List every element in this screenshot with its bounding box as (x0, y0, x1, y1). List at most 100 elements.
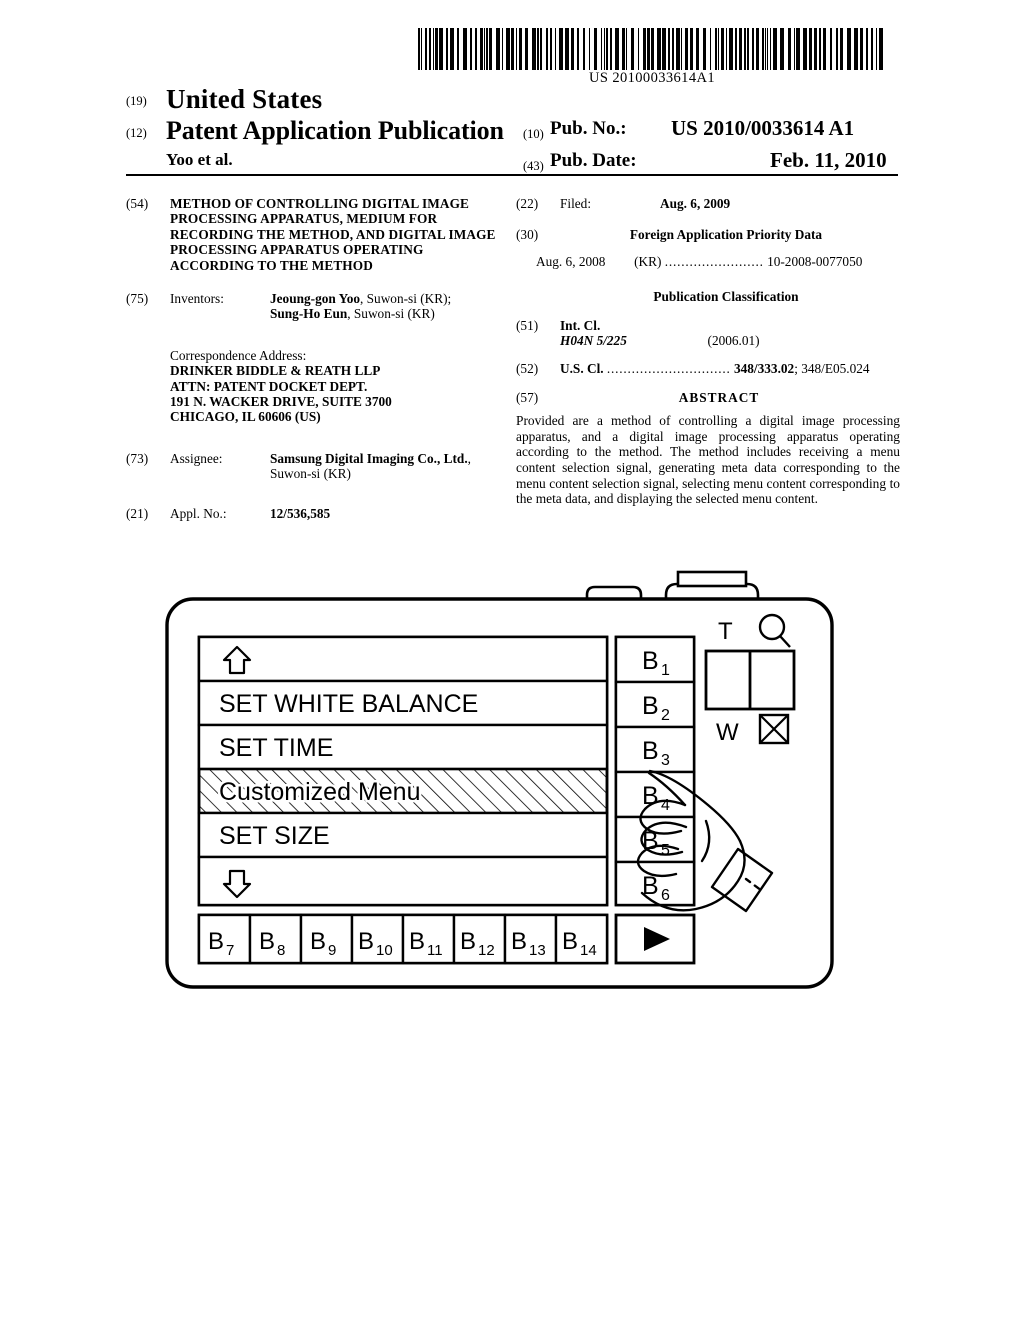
country-name: United States (166, 84, 323, 114)
menu-row-set-white-balance[interactable]: SET WHITE BALANCE (197, 679, 609, 727)
field-abstract-number: (57) (516, 389, 539, 405)
header-divider (126, 174, 898, 176)
field-assignee-number: (73) (126, 450, 149, 466)
bottom-button-label: B (208, 928, 224, 955)
field-applno-label: Appl. No.: (170, 505, 227, 521)
zoom-rocker-button[interactable] (704, 649, 796, 711)
bottom-button-b14[interactable]: B 14 (554, 913, 609, 965)
side-button-subscript: 3 (661, 752, 670, 769)
side-button-b1[interactable]: B 1 (614, 635, 696, 684)
country-code-number: (19) (126, 94, 147, 108)
side-button-b2[interactable]: B 2 (614, 680, 696, 729)
bottom-button-b8[interactable]: B 8 (248, 913, 303, 965)
authors: Yoo et al. (166, 150, 233, 169)
side-button-subscript: 4 (661, 797, 670, 814)
field-inventors-number: (75) (126, 291, 149, 307)
zoom-wide-label: W (716, 719, 739, 746)
bottom-button-subscript: 11 (427, 942, 443, 959)
foreign-priority-heading: Foreign Application Priority Data (629, 227, 823, 243)
field-uscl-number: (52) (516, 361, 539, 377)
zoom-tele-label: T (718, 618, 733, 645)
priority-date: Aug. 6, 2008 (536, 253, 606, 269)
uscl-label: U.S. Cl. (560, 361, 604, 377)
menu-row-bg (197, 635, 609, 683)
intcl-line: H04N 5/225 (2006.01) (560, 333, 900, 348)
bottom-button-label: B (409, 928, 425, 955)
bottom-button-b7[interactable]: B 7 (197, 913, 252, 965)
menu-row-label: Customized Menu (219, 778, 420, 806)
side-button-label: B (642, 692, 659, 720)
menu-row-set-size[interactable]: SET SIZE (197, 811, 609, 859)
applno-value: 12/536,585 (270, 506, 508, 521)
doctype-code-number: (12) (126, 126, 147, 140)
bottom-button-b13[interactable]: B 13 (503, 913, 558, 965)
inventor-1-location: , Suwon-si (KR); (360, 291, 452, 307)
camera-figure: SET WHITE BALANCE SET TIME Customized Me… (150, 555, 870, 1005)
uscl-dots: .............................. (606, 361, 731, 377)
filed-date: Aug. 6, 2009 (660, 196, 731, 211)
applno-number: 12/536,585 (270, 505, 331, 521)
correspondence-line-1: DRINKER BIDDLE & REATH LLP (170, 363, 381, 379)
menu-row-label: SET WHITE BALANCE (219, 690, 478, 718)
crossed-box-icon[interactable] (758, 713, 790, 745)
bottom-button-label: B (310, 928, 326, 955)
menu-row-set-time[interactable]: SET TIME (197, 723, 609, 771)
intcl-code: H04N 5/225 (560, 333, 627, 349)
bottom-button-bg (197, 913, 252, 965)
bottom-button-bg (248, 913, 303, 965)
side-button-b4[interactable]: B 4 (614, 770, 696, 819)
inventors-value: Jeoung-gon Yoo, Suwon-si (KR); Sung-Ho E… (270, 291, 508, 322)
field-intcl: (51) Int. Cl. H04N 5/225 (2006.01) (516, 318, 900, 349)
pubdate-code-number: (43) (523, 159, 544, 173)
camera-shutter-button[interactable] (676, 570, 748, 588)
pubno-code-number: (10) (523, 127, 544, 141)
bottom-button-subscript: 8 (277, 942, 285, 959)
menu-row-label: SET TIME (219, 734, 333, 762)
assignee-value: Samsung Digital Imaging Co., Ltd., Suwon… (270, 451, 508, 482)
field-foreign-priority: (30) Foreign Application Priority Data A… (516, 227, 900, 269)
field-intcl-number: (51) (516, 317, 539, 333)
field-applno-number: (21) (126, 505, 149, 521)
correspondence-line-2: ATTN: PATENT DOCKET DEPT. (170, 378, 368, 394)
bottom-button-b10[interactable]: B 10 (350, 913, 405, 965)
uscl-line: U.S. Cl. .............................. … (560, 361, 900, 376)
bottom-button-bg (299, 913, 354, 965)
bottom-button-b9[interactable]: B 9 (299, 913, 354, 965)
side-button-subscript: 2 (661, 707, 670, 724)
field-inventors-label: Inventors: (170, 291, 224, 307)
bottom-button-label: B (259, 928, 275, 955)
field-abstract: (57) ABSTRACT Provided are a method of c… (516, 390, 900, 507)
bottom-button-subscript: 12 (478, 942, 495, 959)
menu-row-scroll-down[interactable] (197, 855, 609, 907)
field-inventors: (75) Inventors: Jeoung-gon Yoo, Suwon-si… (126, 291, 508, 322)
bottom-button-b11[interactable]: B 11 (401, 913, 456, 965)
abstract-heading: ABSTRACT (678, 389, 760, 405)
side-button-b6[interactable]: B 6 (614, 860, 696, 907)
side-button-b3[interactable]: B 3 (614, 725, 696, 774)
field-applno: (21) Appl. No.: 12/536,585 (126, 506, 508, 521)
field-title-number: (54) (126, 196, 149, 211)
correspondence-line-3: 191 N. WACKER DRIVE, SUITE 3700 (170, 394, 392, 410)
bottom-button-b12[interactable]: B 12 (452, 913, 507, 965)
correspondence-block: Correspondence Address: DRINKER BIDDLE &… (170, 348, 508, 425)
intcl-version: (2006.01) (707, 333, 760, 349)
pubdate-label: Pub. Date: (550, 150, 637, 171)
menu-row-scroll-up[interactable] (197, 635, 609, 683)
inventor-1-name: Jeoung-gon Yoo (270, 291, 361, 307)
play-button[interactable] (614, 913, 696, 965)
pubdate-value: Feb. 11, 2010 (770, 148, 887, 172)
menu-row-customized-menu[interactable]: Customized Menu (197, 767, 609, 815)
biblio-right-column: (22) Filed: Aug. 6, 2009 (30) Foreign Ap… (516, 196, 900, 520)
bottom-button-label: B (562, 928, 578, 955)
bottom-button-row: B 7 B 8 B 9 B 10 B 11 B 12 B 13 B 14 (197, 913, 609, 965)
publication-header: (19) United States (12) Patent Applicati… (126, 84, 898, 173)
field-filed-number: (22) (516, 196, 539, 211)
field-assignee-label: Assignee: (170, 450, 223, 466)
bottom-button-subscript: 10 (376, 942, 393, 959)
uscl-primary: 348/333.02 (733, 361, 795, 377)
menu-row-bg (197, 855, 609, 907)
field-uscl: (52) U.S. Cl. ..........................… (516, 361, 900, 376)
priority-number: 10-2008-0077050 (767, 253, 863, 269)
field-foreign-number: (30) (516, 227, 539, 243)
inventor-2-location: , Suwon-si (KR) (347, 306, 435, 322)
